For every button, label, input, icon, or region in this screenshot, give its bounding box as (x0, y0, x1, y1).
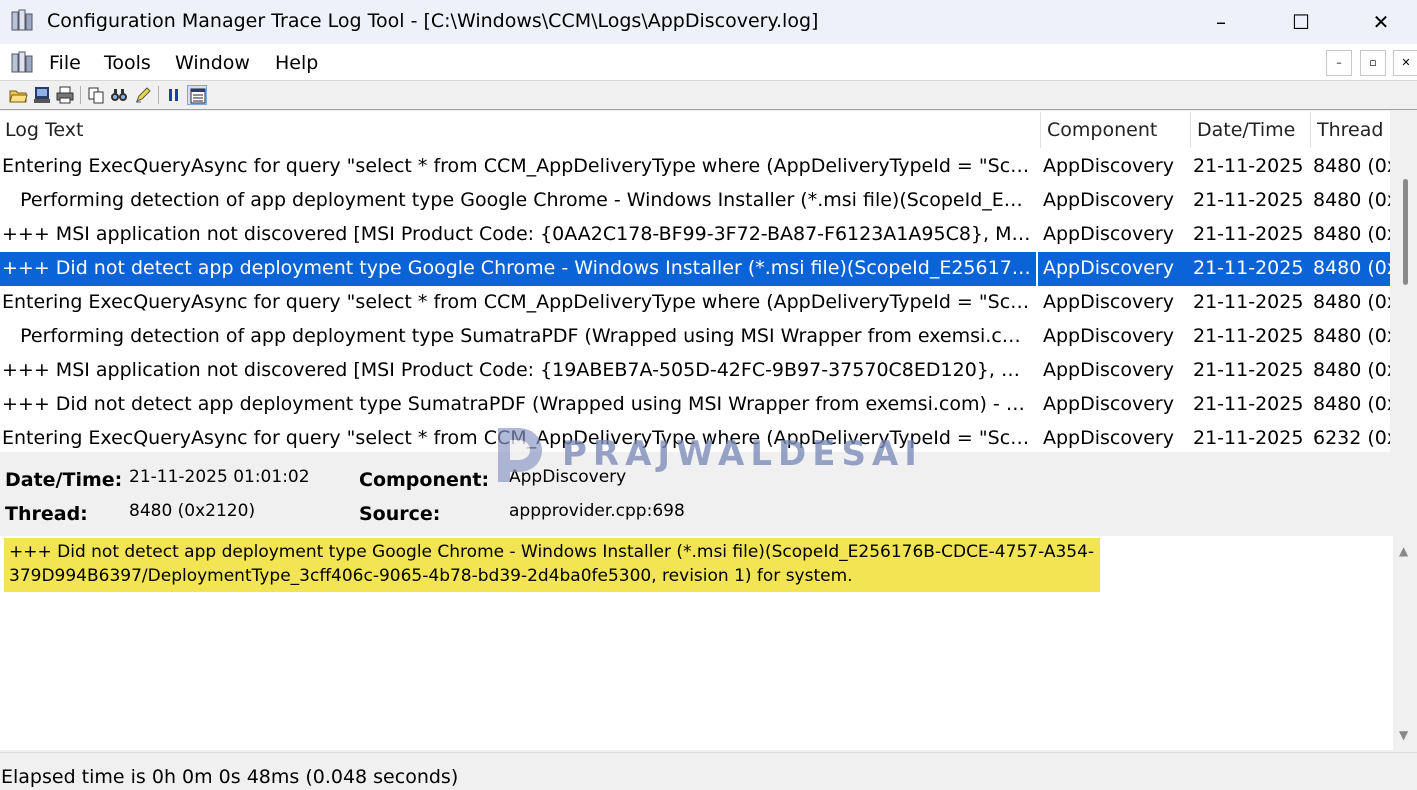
toolbar-separator (80, 86, 81, 104)
log-datetime: 21-11-2025 01:01:02 (1193, 393, 1306, 415)
log-component: AppDiscovery (1043, 291, 1174, 313)
message-text: +++ Did not detect app deployment type G… (4, 538, 1100, 592)
thread-label: Thread: (5, 503, 88, 525)
source-value: appprovider.cpp:698 (509, 501, 685, 521)
column-component[interactable]: Component (1047, 119, 1157, 141)
log-list-header: Log Text Component Date/Time Thread (0, 111, 1390, 149)
status-bar: Elapsed time is 0h 0m 0s 48ms (0.048 sec… (0, 752, 1417, 790)
column-divider[interactable] (1040, 112, 1041, 148)
log-component: AppDiscovery (1043, 189, 1174, 211)
document-icon[interactable] (10, 50, 36, 76)
column-datetime[interactable]: Date/Time (1197, 119, 1295, 141)
maximize-button[interactable]: ☐ (1261, 0, 1341, 44)
print-icon[interactable] (55, 85, 75, 105)
log-datetime: 21-11-2025 01:01:02 (1193, 257, 1306, 279)
minimize-button[interactable]: – (1181, 0, 1261, 44)
log-list-scrollbar[interactable] (1393, 111, 1417, 452)
log-component: AppDiscovery (1043, 257, 1174, 279)
watermark-logo-icon (498, 428, 542, 482)
menu-window[interactable]: Window (175, 52, 250, 74)
open-icon[interactable] (8, 85, 28, 105)
log-list[interactable]: Entering ExecQueryAsync for query "selec… (0, 149, 1390, 452)
log-row[interactable]: +++ Did not detect app deployment type S… (0, 388, 1390, 422)
log-component: AppDiscovery (1043, 393, 1174, 415)
scroll-up-icon[interactable]: ▲ (1399, 544, 1408, 558)
datetime-value: 21-11-2025 01:01:02 (129, 467, 310, 487)
log-text: Performing detection of app deployment t… (20, 325, 1032, 347)
log-row[interactable]: +++ MSI application not discovered [MSI … (0, 354, 1390, 388)
title-bar: Configuration Manager Trace Log Tool - [… (0, 0, 1417, 44)
component-label: Component: (359, 469, 490, 491)
menu-tools[interactable]: Tools (104, 52, 151, 74)
message-line: 379D994B6397/DeploymentType_3cff406c-906… (9, 566, 853, 586)
log-text: +++ Did not detect app deployment type S… (2, 393, 1032, 415)
message-scrollbar[interactable]: ▲ ▼ (1393, 536, 1417, 750)
log-thread: 8480 (0x2120) (1313, 291, 1390, 313)
copy-icon[interactable] (86, 85, 106, 105)
log-component: AppDiscovery (1043, 359, 1174, 381)
log-component: AppDiscovery (1043, 223, 1174, 245)
log-text: +++ MSI application not discovered [MSI … (2, 359, 1032, 381)
log-datetime: 21-11-2025 01:01:02 (1193, 325, 1306, 347)
status-text: Elapsed time is 0h 0m 0s 48ms (0.048 sec… (1, 766, 459, 788)
log-datetime: 21-11-2025 01:01:02 (1193, 359, 1306, 381)
log-datetime: 21-11-2025 01:01:03 (1193, 427, 1306, 449)
log-row[interactable]: +++ MSI application not discovered [MSI … (0, 218, 1390, 252)
details-pane-icon[interactable] (187, 85, 207, 105)
mdi-close-button[interactable]: ✕ (1393, 50, 1417, 76)
column-divider[interactable] (1190, 112, 1191, 148)
log-thread: 6232 (0x1858) (1313, 427, 1390, 449)
log-datetime: 21-11-2025 01:01:02 (1193, 223, 1306, 245)
watermark: PRAJWALDESAI (492, 424, 932, 484)
log-datetime: 21-11-2025 01:01:02 (1193, 155, 1306, 177)
log-thread: 8480 (0x2120) (1313, 223, 1390, 245)
log-component: AppDiscovery (1043, 155, 1174, 177)
log-component: AppDiscovery (1043, 427, 1174, 449)
message-line: +++ Did not detect app deployment type G… (9, 542, 1095, 562)
source-label: Source: (359, 503, 441, 525)
log-text: Performing detection of app deployment t… (20, 189, 1032, 211)
log-datetime: 21-11-2025 01:01:02 (1193, 189, 1306, 211)
menu-bar: File Tools Window Help (0, 44, 1417, 81)
column-divider[interactable] (1310, 112, 1311, 148)
log-text: Entering ExecQueryAsync for query "selec… (2, 155, 1032, 177)
log-text: +++ Did not detect app deployment type G… (2, 257, 1032, 279)
menu-help[interactable]: Help (275, 52, 318, 74)
log-row[interactable]: Entering ExecQueryAsync for query "selec… (0, 286, 1390, 320)
thread-value: 8480 (0x2120) (129, 501, 256, 521)
log-component: AppDiscovery (1043, 325, 1174, 347)
pause-icon[interactable] (164, 85, 184, 105)
window-title: Configuration Manager Trace Log Tool - [… (47, 10, 819, 32)
log-datetime: 21-11-2025 01:01:02 (1193, 291, 1306, 313)
scroll-down-icon[interactable]: ▼ (1399, 728, 1408, 742)
log-thread: 8480 (0x2120) (1313, 393, 1390, 415)
log-thread: 8480 (0x2120) (1313, 155, 1390, 177)
log-thread: 8480 (0x2120) (1313, 257, 1390, 279)
datetime-label: Date/Time: (5, 469, 123, 491)
log-row[interactable]: Entering ExecQueryAsync for query "selec… (0, 150, 1390, 184)
highlight-icon[interactable] (133, 85, 153, 105)
selection-divider (1036, 252, 1038, 286)
log-text: Entering ExecQueryAsync for query "selec… (2, 291, 1032, 313)
log-thread: 8480 (0x2120) (1313, 325, 1390, 347)
toolbar (0, 81, 1417, 110)
log-row[interactable]: Performing detection of app deployment t… (0, 320, 1390, 354)
column-thread[interactable]: Thread (1317, 119, 1383, 141)
menu-file[interactable]: File (49, 52, 81, 74)
app-icon (11, 9, 33, 31)
scrollbar-thumb[interactable] (1403, 179, 1408, 285)
mdi-restore-button[interactable]: ▫ (1360, 50, 1386, 76)
close-button[interactable]: ✕ (1341, 0, 1417, 44)
watermark-text: PRAJWALDESAI (562, 434, 923, 474)
log-thread: 8480 (0x2120) (1313, 359, 1390, 381)
log-text: +++ MSI application not discovered [MSI … (2, 223, 1032, 245)
find-icon[interactable] (109, 85, 129, 105)
log-thread: 8480 (0x2120) (1313, 189, 1390, 211)
mdi-minimize-button[interactable]: – (1326, 50, 1352, 76)
column-log-text[interactable]: Log Text (5, 119, 83, 141)
toolbar-separator (158, 86, 159, 104)
print-preview-icon[interactable] (32, 85, 52, 105)
log-row-selected[interactable]: +++ Did not detect app deployment type G… (0, 252, 1390, 286)
log-row[interactable]: Performing detection of app deployment t… (0, 184, 1390, 218)
